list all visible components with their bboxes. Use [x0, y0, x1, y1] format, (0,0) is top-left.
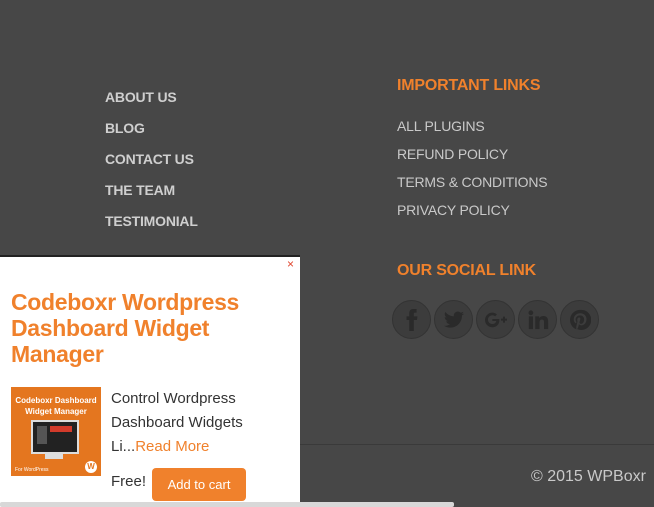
read-more-link[interactable]: Read More	[135, 438, 209, 455]
link-privacy-policy[interactable]: PRIVACY POLICY	[397, 202, 510, 218]
copyright-text: © 2015 WPBoxr	[531, 468, 646, 485]
google-plus-icon[interactable]	[476, 300, 515, 339]
social-title: OUR SOCIAL LINK	[397, 262, 536, 279]
footer-nav-testimonial[interactable]: TESTIMONIAL	[105, 213, 198, 229]
product-price: Free!	[111, 473, 147, 490]
footer-nav-item: ABOUT US	[105, 89, 198, 120]
footer-nav-item: CONTACT US	[105, 151, 198, 182]
product-description: Control Wordpress Dashboard Widgets Li..…	[111, 387, 281, 459]
horizontal-scrollbar[interactable]	[0, 502, 454, 507]
important-link-item: ALL PLUGINS	[397, 118, 547, 146]
important-link-item: TERMS & CONDITIONS	[397, 174, 548, 202]
important-links-title: IMPORTANT LINKS	[397, 77, 541, 94]
product-thumbnail-footer: For WordPress	[15, 467, 49, 473]
footer-nav-item: THE TEAM	[105, 182, 198, 213]
footer-divider	[300, 444, 654, 445]
pinterest-icon[interactable]	[560, 300, 599, 339]
facebook-icon[interactable]	[392, 300, 431, 339]
product-thumbnail-title: Codeboxr Dashboard Widget Manager	[15, 396, 97, 416]
linkedin-icon[interactable]	[518, 300, 557, 339]
footer-nav-the-team[interactable]: THE TEAM	[105, 182, 175, 198]
product-thumbnail[interactable]: Codeboxr Dashboard Widget Manager For Wo…	[11, 387, 101, 476]
footer-nav-contact-us[interactable]: CONTACT US	[105, 151, 194, 167]
footer-nav-about-us[interactable]: ABOUT US	[105, 89, 177, 105]
close-icon[interactable]: ×	[287, 257, 294, 271]
social-links	[392, 300, 599, 339]
footer-nav-blog[interactable]: BLOG	[105, 120, 145, 136]
important-link-item: REFUND POLICY	[397, 146, 547, 174]
important-link-item: PRIVACY POLICY	[397, 202, 547, 230]
monitor-stand	[45, 454, 63, 459]
link-all-plugins[interactable]: ALL PLUGINS	[397, 118, 485, 134]
important-links-list: ALL PLUGINS REFUND POLICY TERMS & CONDIT…	[397, 118, 548, 230]
monitor-icon	[31, 420, 79, 454]
popup-title[interactable]: Codeboxr Wordpress Dashboard Widget Mana…	[11, 289, 281, 367]
footer-nav-item: BLOG	[105, 120, 198, 151]
twitter-icon[interactable]	[434, 300, 473, 339]
add-to-cart-button[interactable]: Add to cart	[152, 468, 246, 501]
link-refund-policy[interactable]: REFUND POLICY	[397, 146, 508, 162]
footer-nav-item: TESTIMONIAL	[105, 213, 198, 244]
link-terms-conditions[interactable]: TERMS & CONDITIONS	[397, 174, 548, 190]
footer-nav: ABOUT US BLOG CONTACT US THE TEAM TESTIM…	[105, 89, 198, 244]
product-popup: × Codeboxr Wordpress Dashboard Widget Ma…	[0, 255, 300, 507]
wordpress-icon: W	[85, 461, 97, 473]
